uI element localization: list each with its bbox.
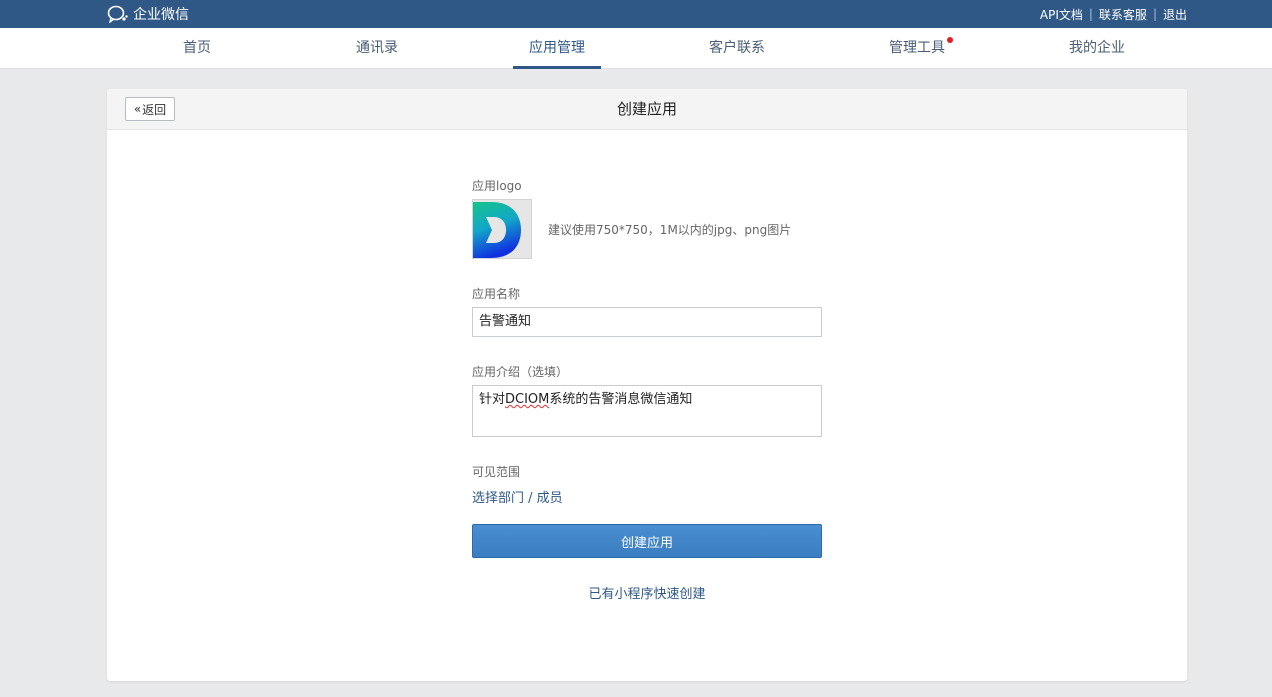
divider: | — [1088, 7, 1093, 21]
logout-link[interactable]: 退出 — [1163, 6, 1187, 23]
app-name-value: 告警通知 — [479, 314, 532, 329]
page-title: 创建应用 — [616, 100, 677, 118]
top-bar: 企业微信 API文档 | 联系客服 | 退出 — [0, 0, 1272, 28]
wecom-logo-icon — [107, 5, 128, 23]
nav-item-label: 管理工具 — [889, 40, 945, 56]
app-logo-upload[interactable] — [472, 199, 532, 259]
intro-label: 应用介绍（选填） — [472, 365, 569, 379]
notification-dot — [947, 37, 953, 43]
app-logo-image — [473, 200, 531, 258]
back-label: 返回 — [142, 102, 167, 117]
logo-row: 建议使用750*750，1M以内的jpg、png图片 — [472, 199, 791, 259]
nav-item-customer-contact[interactable]: 客户联系 — [647, 28, 827, 69]
divider: | — [1152, 7, 1157, 21]
nav-item-app-management[interactable]: 应用管理 — [467, 28, 647, 69]
nav-item-label: 我的企业 — [1069, 40, 1125, 56]
intro-text-prefix: 针对 — [479, 392, 506, 407]
double-chevron-left-icon: « — [133, 102, 142, 116]
app-name-input[interactable]: 告警通知 — [472, 307, 822, 337]
api-docs-link[interactable]: API文档 — [1040, 6, 1083, 23]
name-label: 应用名称 — [472, 287, 521, 301]
create-app-button-label: 创建应用 — [620, 535, 673, 551]
nav-item-my-company[interactable]: 我的企业 — [1007, 28, 1187, 69]
intro-text-suffix: 系统的告警消息微信通知 — [549, 392, 693, 407]
brand[interactable]: 企业微信 — [107, 3, 189, 25]
scope-label: 可见范围 — [472, 465, 521, 479]
create-app-button[interactable]: 创建应用 — [472, 524, 822, 558]
contact-support-link[interactable]: 联系客服 — [1099, 6, 1147, 23]
create-app-card: 创建应用 « 返回 应用logo 建议使用750*750，1M以内的jpg、pn… — [107, 89, 1187, 681]
logo-label: 应用logo — [472, 179, 522, 193]
nav-item-label: 客户联系 — [709, 40, 765, 56]
nav-item-label: 通讯录 — [356, 40, 398, 56]
top-links: API文档 | 联系客服 | 退出 — [1040, 0, 1187, 28]
brand-name: 企业微信 — [133, 7, 189, 23]
back-button[interactable]: « 返回 — [125, 97, 175, 121]
nav-item-label: 应用管理 — [529, 40, 585, 56]
main-nav: 首页 通讯录 应用管理 客户联系 管理工具 我的企业 — [0, 28, 1272, 69]
nav-item-management-tools[interactable]: 管理工具 — [827, 28, 1007, 69]
app-intro-textarea[interactable]: 针对DCIOM系统的告警消息微信通知 — [472, 385, 822, 437]
intro-text-spellcheck: DCIOM — [505, 392, 550, 407]
active-indicator — [513, 66, 601, 69]
card-header: 创建应用 « 返回 — [107, 89, 1187, 130]
nav-item-label: 首页 — [183, 40, 211, 56]
logo-hint: 建议使用750*750，1M以内的jpg、png图片 — [548, 222, 792, 237]
mini-program-quick-create-link[interactable]: 已有小程序快速创建 — [472, 583, 822, 602]
nav-item-contacts[interactable]: 通讯录 — [287, 28, 467, 69]
nav-item-home[interactable]: 首页 — [107, 28, 287, 69]
select-members-link[interactable]: 选择部门 / 成员 — [472, 487, 563, 506]
